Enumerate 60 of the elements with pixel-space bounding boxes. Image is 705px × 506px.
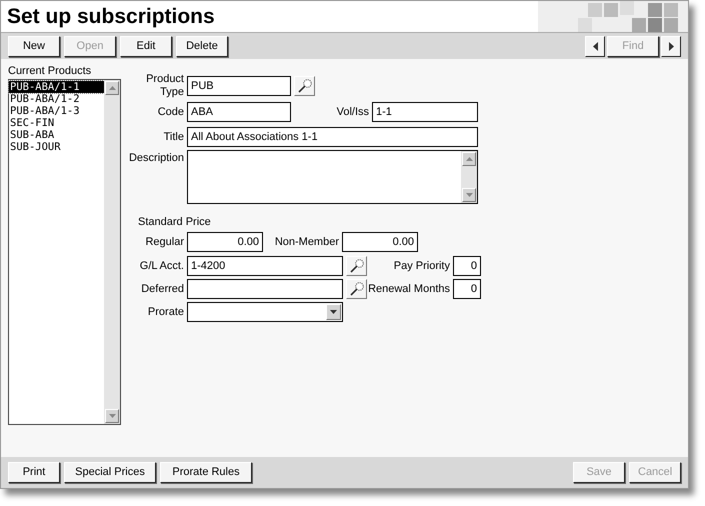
up-arrow-icon	[466, 157, 472, 161]
dropdown-arrow-icon	[330, 310, 337, 314]
field-label: Code	[156, 104, 185, 120]
input-field[interactable]: 0.00	[187, 232, 263, 252]
input-field[interactable]	[187, 279, 343, 299]
field-label: G/L Acct.	[138, 258, 185, 274]
field-label: Description	[128, 151, 185, 166]
field-label: Prorate	[146, 304, 185, 320]
field-label: Title	[162, 130, 185, 145]
input-field[interactable]: 1-4200	[187, 256, 343, 276]
list-item[interactable]: PUB-ABA/1-1	[9, 81, 104, 93]
list-item[interactable]: SEC-FIN	[9, 117, 104, 129]
input-field[interactable]: 0.00	[342, 232, 418, 252]
field-label: Non-Member	[274, 234, 340, 250]
list-item[interactable]: SUB-ABA	[9, 129, 104, 141]
scrollbar[interactable]	[461, 151, 477, 203]
scroll-down-button[interactable]	[462, 188, 476, 202]
prorate-dropdown[interactable]	[187, 302, 343, 322]
section-label: Standard Price	[138, 215, 212, 229]
field-label: Pay Priority	[392, 258, 451, 274]
scroll-down-button[interactable]	[105, 409, 119, 423]
field-label: Renewal Months	[367, 282, 451, 297]
toolbar-button[interactable]: New	[8, 36, 60, 56]
list-label: Current Products	[8, 65, 92, 78]
toolbar-button[interactable]: Prorate Rules	[160, 462, 252, 483]
list-item[interactable]: PUB-ABA/1-3	[9, 105, 104, 117]
up-arrow-icon	[108, 86, 116, 90]
next-button[interactable]	[661, 36, 681, 56]
input-field[interactable]: PUB	[187, 76, 291, 96]
lookup-button[interactable]	[346, 279, 367, 299]
toolbar-button[interactable]: Edit	[120, 36, 172, 56]
description-field[interactable]	[187, 150, 478, 204]
scroll-up-button[interactable]	[105, 81, 119, 95]
list-item[interactable]: SUB-JOUR	[9, 141, 104, 153]
toolbar-button[interactable]: Special Prices	[64, 462, 156, 483]
toolbar-button[interactable]: Print	[8, 462, 60, 483]
input-field[interactable]: 0	[453, 279, 481, 299]
left-arrow-icon	[592, 42, 598, 50]
input-field[interactable]: 0	[453, 256, 481, 276]
down-arrow-icon	[108, 414, 116, 418]
field-label: Vol/Iss	[336, 104, 370, 120]
input-field[interactable]: 1-1	[372, 102, 478, 122]
right-arrow-icon	[668, 42, 674, 50]
window-title: Set up subscriptions	[6, 4, 215, 30]
input-field[interactable]: ABA	[187, 102, 291, 122]
input-field[interactable]: All About Associations 1-1	[187, 127, 478, 147]
field-label: Regular	[144, 234, 185, 250]
list-item[interactable]: PUB-ABA/1-2	[9, 93, 104, 105]
field-label: Deferred	[140, 282, 185, 297]
lookup-button[interactable]	[346, 256, 367, 276]
scroll-up-button[interactable]	[462, 152, 476, 166]
field-label: Product Type	[145, 73, 185, 99]
magnifier-icon	[348, 258, 364, 274]
toolbar-button[interactable]: Delete	[176, 36, 228, 56]
magnifier-icon	[296, 78, 312, 94]
scrollbar[interactable]	[104, 80, 120, 424]
down-arrow-icon	[466, 193, 472, 197]
lookup-button[interactable]	[294, 76, 315, 96]
previous-button[interactable]	[585, 36, 605, 56]
magnifier-icon	[348, 281, 364, 297]
